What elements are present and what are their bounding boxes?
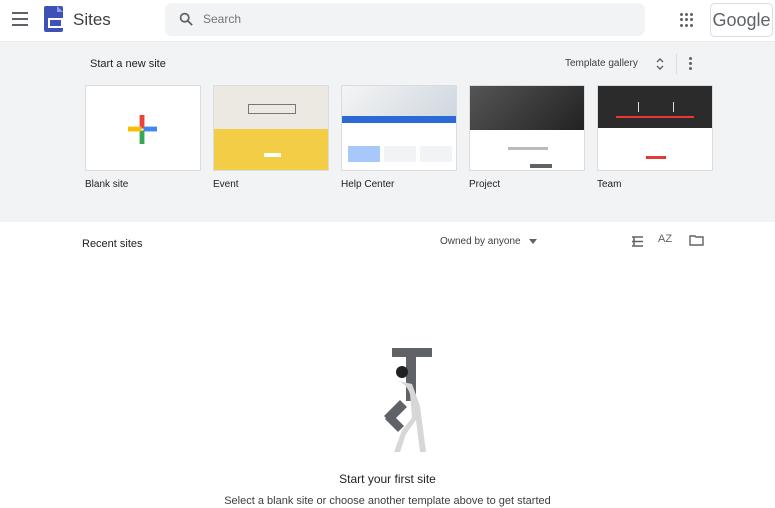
template-section: Start a new site Template gallery Blank … [0,42,775,222]
app-header: Sites Google [0,0,775,42]
apps-icon[interactable] [680,13,694,27]
search-box[interactable] [165,3,645,36]
template-help-center[interactable]: Help Center [341,85,457,190]
template-thumbnail[interactable] [469,85,585,171]
template-thumbnail[interactable] [341,85,457,171]
folder-icon[interactable] [689,234,704,246]
search-input[interactable] [203,9,623,29]
sort-az-icon[interactable]: AZ [658,233,672,245]
template-thumbnail[interactable] [597,85,713,171]
template-team[interactable]: Team [597,85,713,190]
sites-logo-icon[interactable] [44,6,63,32]
template-event[interactable]: Event [213,85,329,190]
recent-sites-title: Recent sites [82,238,143,250]
sort-icon [656,58,664,70]
plus-icon [128,115,157,144]
template-blank-site[interactable]: Blank site [85,85,201,190]
owner-filter-select[interactable]: Owned by anyone [440,236,544,252]
template-gallery-label: Template gallery [565,58,638,69]
search-icon [179,12,193,26]
empty-state-illustration [384,348,432,452]
list-view-icon[interactable] [631,236,644,247]
template-label: Project [469,179,501,190]
template-label: Team [597,179,622,190]
google-account-button[interactable]: Google [710,3,773,37]
template-project[interactable]: Project [469,85,585,190]
template-thumbnail[interactable] [85,85,201,171]
empty-state-title: Start your first site [339,472,436,486]
template-thumbnail[interactable] [213,85,329,171]
toolbar-divider [676,54,677,74]
template-gallery-button[interactable]: Template gallery [565,52,667,76]
app-title: Sites [73,10,111,29]
empty-state-message: Select a blank site or choose another te… [224,495,551,507]
more-icon[interactable] [689,57,693,70]
owner-filter-label: Owned by anyone [440,236,521,247]
template-label: Blank site [85,179,129,190]
template-label: Help Center [341,179,395,190]
template-label: Event [213,179,239,190]
menu-icon[interactable] [12,12,28,26]
caret-down-icon [528,238,537,244]
recent-sites-section: Recent sites Owned by anyone AZ Start yo… [0,222,775,508]
template-section-title: Start a new site [90,58,166,70]
